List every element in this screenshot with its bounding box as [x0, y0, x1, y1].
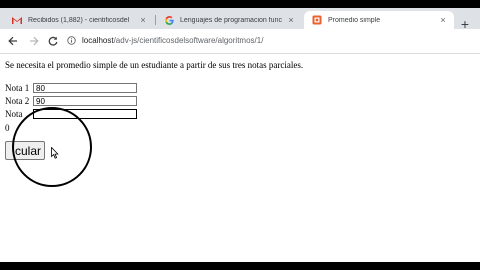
- nota-2-input[interactable]: [33, 96, 137, 106]
- reload-button[interactable]: [45, 33, 61, 49]
- tab-title: Lenguajes de programacion func: [180, 16, 282, 24]
- letterbox-top: [0, 0, 480, 8]
- back-arrow-icon: [8, 36, 17, 46]
- gmail-icon: [12, 15, 22, 25]
- result-text: 0: [5, 123, 10, 133]
- forward-button[interactable]: [26, 33, 42, 49]
- reload-icon: [48, 36, 58, 46]
- letterbox-bottom: [0, 262, 480, 270]
- address-host: localhost: [82, 36, 114, 45]
- forward-arrow-icon: [30, 36, 39, 46]
- tab-promedio-simple[interactable]: Promedio simple ×: [304, 11, 454, 29]
- back-button[interactable]: [5, 33, 21, 49]
- nota-2-row: Nota 2: [5, 96, 137, 106]
- screen: Recibidos (1,882) - cientificosdel × Len…: [0, 0, 480, 270]
- close-icon[interactable]: ×: [438, 15, 448, 25]
- address-bar[interactable]: localhost/adv-js/cientificosdelsoftware/…: [66, 32, 466, 49]
- nota-1-row: Nota 1: [5, 83, 137, 93]
- calcular-button[interactable]: cular: [5, 141, 45, 160]
- close-icon[interactable]: ×: [286, 15, 296, 25]
- tab-gmail[interactable]: Recibidos (1,882) - cientificosdel ×: [4, 11, 154, 29]
- tab-strip: Recibidos (1,882) - cientificosdel × Len…: [0, 8, 480, 31]
- info-icon[interactable]: [66, 36, 76, 46]
- close-icon[interactable]: ×: [138, 15, 148, 25]
- tab-lenguajes[interactable]: Lenguajes de programacion func ×: [156, 11, 302, 29]
- page-icon: [312, 15, 322, 25]
- browser-toolbar: localhost/adv-js/cientificosdelsoftware/…: [0, 29, 480, 53]
- mouse-cursor-icon: [51, 147, 59, 159]
- nota-3-label: Nota: [5, 109, 23, 119]
- nota-3-input[interactable]: [33, 109, 137, 119]
- tab-title: Recibidos (1,882) - cientificosdel: [28, 16, 130, 24]
- tab-title: Promedio simple: [328, 16, 381, 24]
- google-icon: [164, 15, 174, 25]
- address-path: /adv-js/cientificosdelsoftware/algoritmo…: [113, 36, 264, 45]
- nota-2-label: Nota 2: [5, 96, 30, 106]
- nota-1-label: Nota 1: [5, 83, 30, 93]
- nota-3-row: Nota: [5, 109, 137, 119]
- nota-1-input[interactable]: [33, 83, 137, 93]
- intro-text: Se necesita el promedio simple de un est…: [5, 60, 304, 70]
- page-viewport: Se necesita el promedio simple de un est…: [0, 54, 480, 262]
